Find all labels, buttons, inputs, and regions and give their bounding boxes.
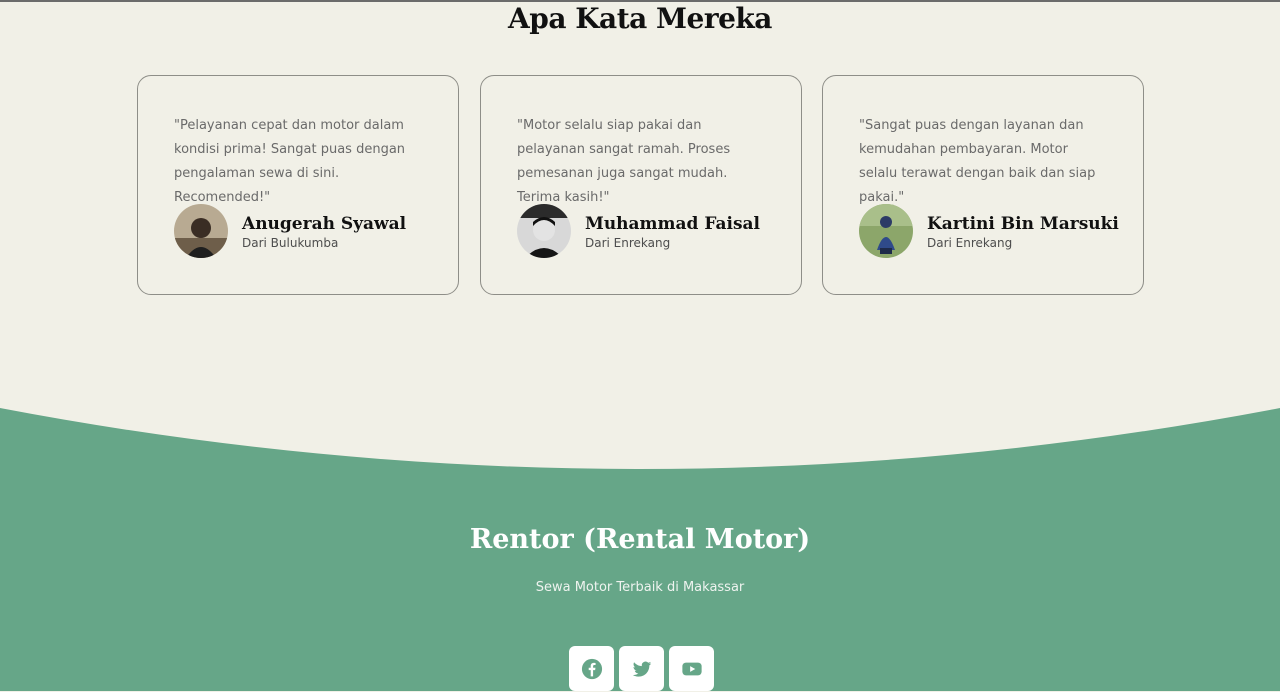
twitter-button[interactable] [619, 646, 664, 691]
avatar [859, 204, 913, 258]
social-links [569, 646, 715, 692]
avatar [517, 204, 571, 258]
testimonial-name: Kartini Bin Marsuki [927, 214, 1119, 234]
footer-tagline: Sewa Motor Terbaik di Makassar [535, 580, 745, 595]
youtube-button[interactable] [669, 646, 714, 691]
facebook-button[interactable] [569, 646, 614, 691]
testimonial-quote: "Sangat puas dengan layanan dan kemudaha… [859, 118, 1096, 205]
testimonial-origin: Dari Bulukumba [242, 236, 339, 250]
avatar [174, 204, 228, 258]
twitter-icon [632, 661, 651, 677]
youtube-icon [681, 662, 702, 675]
testimonial-list: "Pelayanan cepat dan motor dalam kondisi… [137, 75, 1147, 297]
testimonial-card: "Motor selalu siap pakai dan pelayanan s… [480, 75, 802, 295]
testimonial-name: Anugerah Syawal [242, 214, 407, 234]
testimonial-origin: Dari Enrekang [927, 236, 1013, 250]
testimonial-card: "Pelayanan cepat dan motor dalam kondisi… [137, 75, 459, 295]
testimonial-quote: "Motor selalu siap pakai dan pelayanan s… [517, 118, 731, 205]
testimonials-title: Apa Kata Mereka [508, 2, 772, 35]
footer-brand: Rentor (Rental Motor) [469, 524, 811, 555]
testimonial-card: "Sangat puas dengan layanan dan kemudaha… [822, 75, 1144, 295]
testimonial-name: Muhammad Faisal [585, 214, 761, 234]
facebook-icon [581, 658, 602, 679]
testimonial-quote: "Pelayanan cepat dan motor dalam kondisi… [174, 118, 406, 205]
testimonial-origin: Dari Enrekang [585, 236, 671, 250]
